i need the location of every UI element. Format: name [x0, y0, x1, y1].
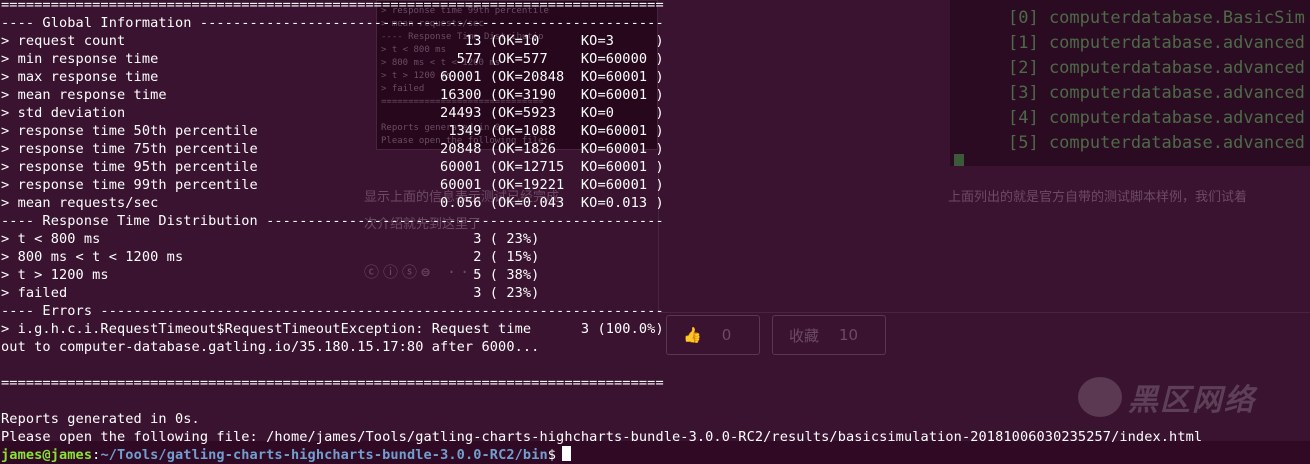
terminal-line: ========================================… — [1, 375, 664, 391]
terminal-line: > mean requests/sec 0.056 (OK=0.043 KO=0… — [1, 195, 664, 211]
terminal-line: Please open the following file: /home/ja… — [1, 429, 1203, 445]
terminal-line: > failed 3 ( 23%) — [1, 285, 540, 301]
terminal-line: ---- Response Time Distribution --------… — [1, 213, 664, 229]
terminal-line: > response time 75th percentile 20848 (O… — [1, 141, 664, 157]
shell-prompt[interactable]: james@james:~/Tools/gatling-charts-highc… — [1, 446, 1202, 464]
terminal-line: > response time 95th percentile 60001 (O… — [1, 159, 664, 175]
terminal-line: > 800 ms < t < 1200 ms 2 ( 15%) — [1, 249, 540, 265]
terminal-line: ---- Errors ----------------------------… — [1, 303, 664, 319]
prompt-separator: : — [92, 447, 101, 463]
terminal-output[interactable]: ========================================… — [1, 0, 1202, 464]
terminal-line: > i.g.h.c.i.RequestTimeout$RequestTimeou… — [1, 321, 664, 337]
prompt-path: ~/Tools/gatling-charts-highcharts-bundle… — [100, 447, 548, 463]
terminal-line: out to computer-database.gatling.io/35.1… — [1, 339, 540, 355]
terminal-line: > t > 1200 ms 5 ( 38%) — [1, 267, 540, 283]
terminal-line: > response time 50th percentile 1349 (OK… — [1, 123, 664, 139]
terminal-line: Reports generated in 0s. — [1, 411, 200, 427]
terminal-line: > min response time 577 (OK=577 KO=60000… — [1, 51, 664, 67]
terminal-line: > max response time 60001 (OK=20848 KO=6… — [1, 69, 664, 85]
terminal-line: ========================================… — [1, 0, 664, 13]
terminal-line: ---- Global Information ----------------… — [1, 15, 664, 31]
terminal-line: > mean response time 16300 (OK=3190 KO=6… — [1, 87, 664, 103]
terminal-line: > std deviation 24493 (OK=5923 KO=0 ) — [1, 105, 664, 121]
cursor — [562, 446, 572, 461]
terminal-line: > t < 800 ms 3 ( 23%) — [1, 231, 540, 247]
prompt-symbol: $ — [547, 447, 557, 463]
terminal-line: > request count 13 (OK=10 KO=3 ) — [1, 33, 664, 49]
prompt-user: james@james — [1, 447, 93, 463]
terminal-line: > response time 99th percentile 60001 (O… — [1, 177, 664, 193]
